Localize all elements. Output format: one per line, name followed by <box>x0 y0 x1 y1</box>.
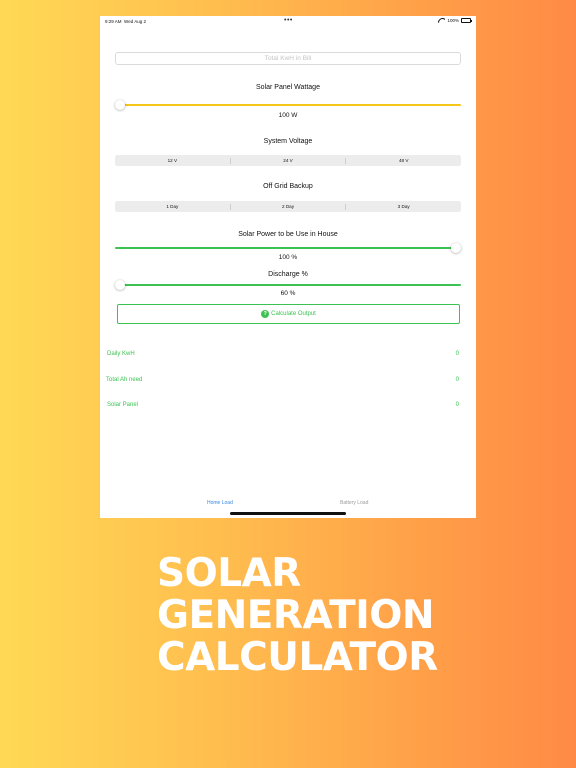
system-voltage-selector: 12 V 24 V 48 V <box>115 155 461 166</box>
slider-track <box>115 284 461 286</box>
tab-battery-load[interactable]: Battery Load <box>340 500 368 506</box>
voltage-option-48v[interactable]: 48 V <box>346 158 461 164</box>
backup-option-1-day[interactable]: 1 Day <box>115 203 231 210</box>
tab-home-load[interactable]: Home Load <box>207 500 233 506</box>
result-row-solar-panel: Solar Panel 0 <box>100 402 476 412</box>
result-label: Daily KwH <box>107 351 135 357</box>
result-value: 0 <box>455 402 459 408</box>
solar-panel-wattage-label: Solar Panel Wattage <box>256 84 320 91</box>
house-power-label: Solar Power to be Use in House <box>238 231 338 238</box>
calculate-output-label: Calculate Output <box>271 311 316 317</box>
discharge-label: Discharge % <box>268 271 308 278</box>
discharge-value: 60 % <box>280 290 296 297</box>
status-clock: 9:29 AM <box>105 19 122 24</box>
status-date: Wed Aug 2 <box>124 19 146 24</box>
solar-panel-wattage-slider[interactable] <box>115 98 461 112</box>
status-indicators: 100% <box>438 18 472 23</box>
system-voltage-label: System Voltage <box>263 138 313 145</box>
home-indicator[interactable] <box>230 512 346 515</box>
app-screen: 9:29 AM Wed Aug 2 ••• 100% Solar Panel W… <box>100 16 476 518</box>
result-label: Solar Panel <box>107 402 139 408</box>
battery-icon <box>461 18 472 23</box>
slider-track <box>115 104 461 106</box>
off-grid-backup-label: Off Grid Backup <box>263 183 313 190</box>
result-row-daily-kwh: Daily KwH 0 <box>100 351 476 361</box>
result-label: Total Ah need <box>106 377 143 383</box>
question-circle-icon: ? <box>261 310 270 318</box>
total-kwh-input[interactable] <box>115 52 461 65</box>
voltage-option-12v[interactable]: 12 V <box>115 157 231 164</box>
status-time: 9:29 AM Wed Aug 2 <box>105 19 146 24</box>
multitasking-dots-icon[interactable]: ••• <box>284 17 293 24</box>
result-row-total-ah: Total Ah need 0 <box>100 377 476 387</box>
promo-line: GENERATION <box>157 593 435 638</box>
promo-line: CALCULATOR <box>157 635 438 680</box>
result-value: 0 <box>455 377 459 383</box>
result-value: 0 <box>455 351 459 357</box>
slider-thumb[interactable] <box>115 100 125 110</box>
house-power-value: 100 % <box>278 254 298 261</box>
backup-option-2-day[interactable]: 2 Day <box>231 203 347 210</box>
slider-thumb[interactable] <box>451 243 461 253</box>
calculate-output-button[interactable]: ? Calculate Output <box>117 304 460 324</box>
backup-option-3-day[interactable]: 3 Day <box>346 204 461 210</box>
promo-headline: SOLAR GENERATION CALCULATOR <box>157 553 438 679</box>
battery-percent: 100% <box>447 18 459 23</box>
slider-track <box>115 247 461 249</box>
status-bar: 9:29 AM Wed Aug 2 ••• 100% <box>100 16 476 28</box>
off-grid-backup-selector: 1 Day 2 Day 3 Day <box>115 201 461 212</box>
solar-panel-wattage-value: 100 W <box>278 112 298 119</box>
house-power-slider[interactable] <box>115 241 461 255</box>
promo-line: SOLAR <box>157 551 301 596</box>
voltage-option-24v[interactable]: 24 V <box>231 157 347 164</box>
slider-thumb[interactable] <box>115 280 125 290</box>
wifi-icon <box>438 18 445 23</box>
